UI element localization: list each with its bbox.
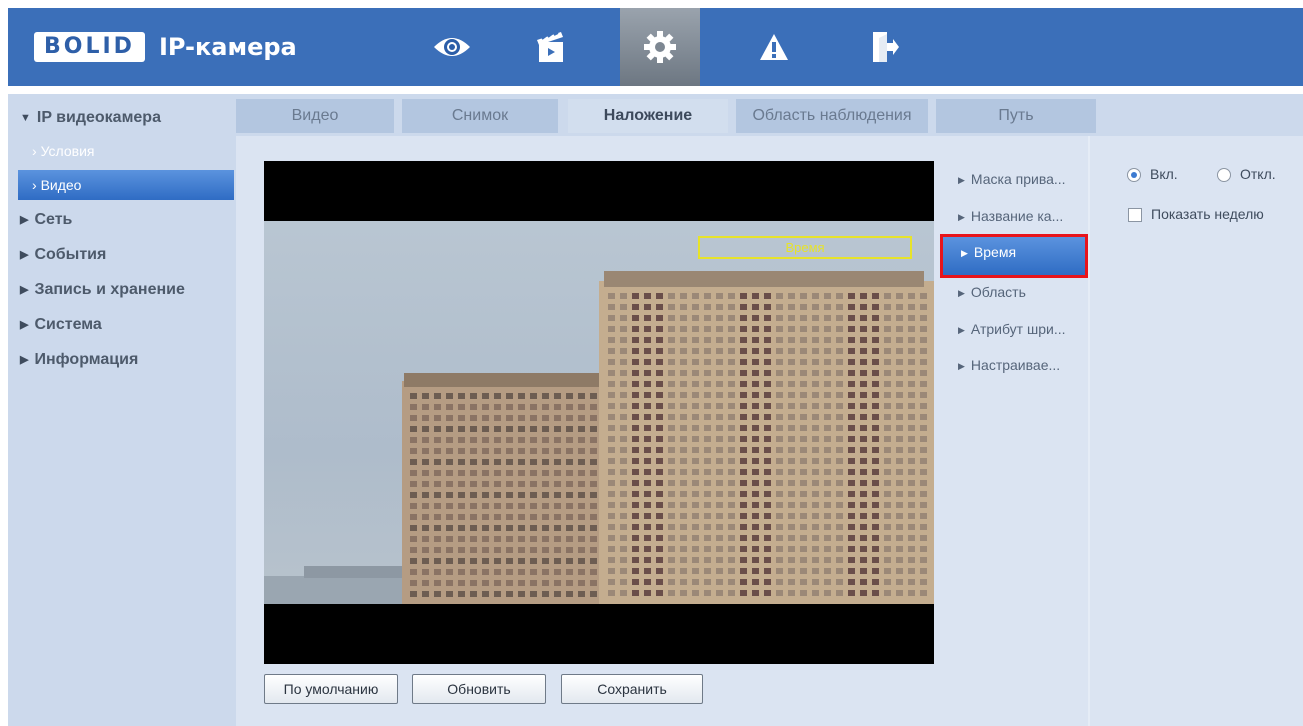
triangle-right-icon: ▶ xyxy=(958,212,965,222)
video-preview[interactable]: Время xyxy=(264,161,934,664)
sidebar-item-label: IP видеокамера xyxy=(36,109,161,126)
sidebar-item-label: Система xyxy=(34,316,102,333)
triangle-right-icon: ▶ xyxy=(958,325,965,335)
logo: BOLID IP-камера xyxy=(34,32,297,62)
camera-image xyxy=(264,221,934,604)
sidebar: ▼ IP видеокамера › Условия › Видео ▶ Сеть … xyxy=(8,94,236,726)
triangle-right-icon: ▶ xyxy=(20,354,29,366)
sidebar-item-video[interactable]: › Видео xyxy=(18,170,234,200)
show-week-checkbox[interactable] xyxy=(1128,208,1142,222)
logout-icon xyxy=(873,32,899,62)
sidebar-item-label: События xyxy=(34,246,107,263)
triangle-right-icon: ▶ xyxy=(958,175,965,185)
triangle-right-icon: ▶ xyxy=(20,249,29,261)
overlay-item-label: Маска прива... xyxy=(970,171,1066,187)
sidebar-item-system[interactable]: ▶ Система xyxy=(8,311,236,339)
triangle-right-icon: ▶ xyxy=(961,248,968,258)
radio-off-label: Откл. xyxy=(1240,166,1276,182)
tab-video[interactable]: Видео xyxy=(236,99,394,133)
overlay-item-area[interactable]: ▶ Область xyxy=(940,274,1090,310)
main-panel: Видео Снимок Наложение Область наблюдени… xyxy=(236,94,1303,726)
overlay-item-font-attribute[interactable]: ▶ Атрибут шри... xyxy=(940,311,1090,347)
top-header: BOLID IP-камера xyxy=(8,8,1303,86)
sidebar-item-network[interactable]: ▶ Сеть xyxy=(8,206,236,234)
radio-on-label: Вкл. xyxy=(1150,166,1178,182)
overlay-item-label: Название ка... xyxy=(970,208,1064,224)
triangle-right-icon: ▶ xyxy=(20,214,29,226)
nav-logout-button[interactable] xyxy=(844,8,924,86)
logo-brand: BOLID xyxy=(34,32,145,62)
tab-overlay[interactable]: Наложение xyxy=(568,99,728,133)
chevron-right-icon: › xyxy=(32,177,37,193)
radio-off[interactable] xyxy=(1217,168,1231,182)
nav-settings-button[interactable] xyxy=(620,8,700,86)
warning-icon xyxy=(760,34,788,60)
sidebar-item-events[interactable]: ▶ События xyxy=(8,241,236,269)
tab-path[interactable]: Путь xyxy=(936,99,1096,133)
sidebar-item-label: Условия xyxy=(40,143,95,159)
triangle-right-icon: ▶ xyxy=(20,319,29,331)
nav-alarm-button[interactable] xyxy=(734,8,814,86)
tab-privacy-area[interactable]: Область наблюдения xyxy=(736,99,928,133)
nav-playback-button[interactable] xyxy=(510,8,590,86)
default-button[interactable]: По умолчанию xyxy=(264,674,398,704)
nav-live-view-button[interactable] xyxy=(412,8,492,86)
chevron-right-icon: › xyxy=(32,143,37,159)
overlay-item-custom[interactable]: ▶ Настраивае... xyxy=(940,347,1090,383)
sidebar-item-label: Видео xyxy=(40,177,82,193)
tab-snapshot[interactable]: Снимок xyxy=(402,99,558,133)
triangle-right-icon: ▶ xyxy=(958,361,965,371)
radio-on[interactable] xyxy=(1127,168,1141,182)
time-overlay-box[interactable]: Время xyxy=(698,236,912,259)
triangle-right-icon: ▶ xyxy=(20,284,29,296)
sidebar-item-conditions[interactable]: › Условия xyxy=(18,136,234,166)
overlay-item-label: Настраивае... xyxy=(970,357,1061,373)
buildings-image xyxy=(264,271,934,604)
overlay-item-time[interactable]: ▶ Время xyxy=(940,234,1088,278)
eye-icon xyxy=(434,38,470,56)
overlay-item-channel-name[interactable]: ▶ Название ка... xyxy=(940,198,1090,234)
sidebar-item-label: Запись и хранение xyxy=(34,281,185,298)
sidebar-item-information[interactable]: ▶ Информация xyxy=(8,346,236,374)
overlay-item-privacy-mask[interactable]: ▶ Маска прива... xyxy=(940,161,1090,197)
app-title: IP-камера xyxy=(158,33,297,61)
app-window: BOLID IP-камера ▼ IP видеокамера › Услов… xyxy=(0,0,1303,726)
sidebar-item-storage[interactable]: ▶ Запись и хранение xyxy=(8,276,236,304)
sidebar-item-label: Сеть xyxy=(34,211,73,228)
sidebar-item-label: Информация xyxy=(34,351,139,368)
column-divider xyxy=(1088,136,1090,726)
overlay-content: Время ▶ Маска прива... ▶ Название ка... ▶ В… xyxy=(236,136,1303,726)
show-week-label: Показать неделю xyxy=(1151,206,1264,222)
gear-icon xyxy=(644,31,676,63)
overlay-item-label: Время xyxy=(973,244,1017,260)
sidebar-item-ip-camera[interactable]: ▼ IP видеокамера xyxy=(8,104,236,132)
triangle-down-icon: ▼ xyxy=(20,112,31,124)
triangle-right-icon: ▶ xyxy=(958,288,965,298)
overlay-item-label: Атрибут шри... xyxy=(970,321,1066,337)
overlay-item-label: Область xyxy=(970,284,1026,300)
refresh-button[interactable]: Обновить xyxy=(412,674,546,704)
save-button[interactable]: Сохранить xyxy=(561,674,703,704)
clapperboard-icon xyxy=(537,32,563,62)
